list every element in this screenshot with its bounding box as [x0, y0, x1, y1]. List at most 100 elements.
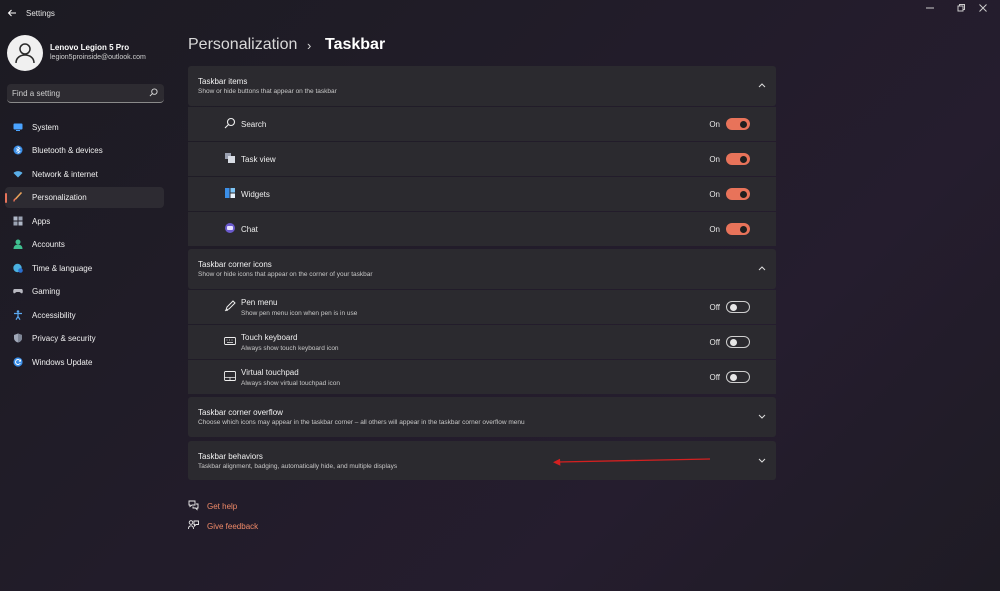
user-name: Lenovo Legion 5 Pro	[50, 43, 130, 52]
toggle-knob	[740, 190, 747, 198]
nav-item-personalization[interactable]: Personalization	[5, 187, 164, 208]
avatar[interactable]	[7, 35, 43, 71]
toggle-knob	[740, 155, 747, 163]
setting-row-pen-menu: Pen menu Show pen menu icon when pen is …	[188, 290, 776, 324]
nav-label: Apps	[32, 217, 51, 226]
nav-item-system[interactable]: System	[5, 117, 164, 138]
person-icon	[15, 43, 35, 64]
toggle-knob	[730, 303, 737, 311]
setting-label: Touch keyboard	[241, 333, 298, 342]
setting-row-virtual-touchpad: Virtual touchpad Always show virtual tou…	[188, 360, 776, 394]
help-icon	[188, 500, 199, 511]
nav-label: System	[32, 123, 59, 132]
nav-label: Personalization	[32, 193, 87, 202]
pen-menu-toggle[interactable]	[726, 301, 750, 313]
wifi-icon	[13, 171, 23, 178]
setting-description: Show pen menu icon when pen is in use	[241, 310, 358, 317]
keyboard-icon	[224, 337, 236, 345]
toggle-knob	[740, 225, 747, 233]
get-help-link[interactable]: Get help	[207, 502, 237, 511]
setting-row-chat: Chat On	[188, 212, 776, 246]
chevron-down-icon[interactable]	[758, 458, 766, 464]
search-icon[interactable]	[149, 88, 158, 97]
chevron-up-icon[interactable]	[758, 265, 766, 271]
taskbar-corner-icons-header[interactable]: Taskbar corner icons Show or hide icons …	[188, 249, 776, 289]
person-icon	[13, 239, 23, 249]
globe-clock-icon	[13, 263, 23, 273]
taskbar-corner-overflow-header[interactable]: Taskbar corner overflow Choose which ico…	[188, 397, 776, 437]
chevron-down-icon[interactable]	[758, 414, 766, 420]
nav-item-windows-update[interactable]: Windows Update	[5, 352, 164, 373]
pen-icon	[224, 300, 236, 312]
refresh-icon	[13, 357, 23, 367]
nav-item-bluetooth-devices[interactable]: Bluetooth & devices	[5, 140, 164, 161]
setting-label: Widgets	[241, 190, 270, 199]
nav-label: Gaming	[32, 287, 61, 296]
widgets-toggle[interactable]	[726, 188, 750, 200]
setting-label: Virtual touchpad	[241, 368, 299, 377]
setting-label: Chat	[241, 225, 258, 234]
nav-item-gaming[interactable]: Gaming	[5, 281, 164, 302]
setting-description: Always show touch keyboard icon	[241, 345, 339, 352]
setting-label: Search	[241, 120, 267, 129]
shield-icon	[14, 333, 22, 343]
section-description: Show or hide icons that appear on the co…	[198, 271, 373, 278]
toggle-state-label: On	[709, 225, 720, 234]
chevron-right-icon: ›	[307, 38, 312, 53]
section-description: Show or hide buttons that appear on the …	[198, 88, 337, 95]
section-description: Taskbar alignment, badging, automaticall…	[198, 463, 398, 470]
touch-keyboard-toggle[interactable]	[726, 336, 750, 348]
title-bar: Settings	[0, 0, 1000, 28]
close-button[interactable]	[966, 0, 1000, 20]
toggle-state-label: On	[709, 190, 720, 199]
toggle-knob	[740, 120, 747, 128]
search-input[interactable]	[12, 87, 142, 99]
toggle-knob	[730, 338, 737, 346]
search-toggle[interactable]	[726, 118, 750, 130]
nav-item-apps[interactable]: Apps	[5, 211, 164, 232]
accessibility-icon	[14, 310, 22, 320]
nav-item-accessibility[interactable]: Accessibility	[5, 305, 164, 326]
user-email: legion5proinside@outlook.com	[50, 54, 146, 61]
page-title: Taskbar	[325, 36, 386, 53]
nav-item-network-internet[interactable]: Network & internet	[5, 164, 164, 185]
setting-label: Pen menu	[241, 298, 278, 307]
search-box[interactable]	[7, 84, 164, 103]
nav-item-time-language[interactable]: Time & language	[5, 258, 164, 279]
taskbar-items-header[interactable]: Taskbar items Show or hide buttons that …	[188, 66, 776, 106]
setting-row-touch-keyboard: Touch keyboard Always show touch keyboar…	[188, 325, 776, 359]
toggle-state-label: Off	[709, 373, 720, 382]
nav-label: Time & language	[32, 264, 93, 273]
search-icon	[224, 117, 236, 129]
monitor-icon	[13, 123, 23, 131]
nav-item-privacy-security[interactable]: Privacy & security	[5, 328, 164, 349]
nav-label: Accounts	[32, 240, 65, 249]
nav-label: Windows Update	[32, 358, 93, 367]
widgets-icon	[225, 188, 235, 198]
task-view-toggle[interactable]	[726, 153, 750, 165]
apps-icon	[13, 216, 23, 226]
setting-row-widgets: Widgets On	[188, 177, 776, 211]
nav-item-accounts[interactable]: Accounts	[5, 234, 164, 255]
virtual-touchpad-toggle[interactable]	[726, 371, 750, 383]
nav-label: Accessibility	[32, 311, 76, 320]
annotation-arrow	[553, 458, 711, 466]
section-title: Taskbar corner icons	[198, 260, 272, 269]
chat-icon	[225, 223, 235, 233]
nav-label: Privacy & security	[32, 334, 96, 343]
back-arrow-icon[interactable]	[4, 6, 20, 22]
section-description: Choose which icons may appear in the tas…	[198, 419, 525, 426]
setting-row-task-view: Task view On	[188, 142, 776, 176]
feedback-icon	[188, 520, 199, 530]
setting-row-search: Search On	[188, 107, 776, 141]
give-feedback-link[interactable]: Give feedback	[207, 522, 258, 531]
toggle-state-label: Off	[709, 338, 720, 347]
chat-toggle[interactable]	[726, 223, 750, 235]
section-title: Taskbar items	[198, 77, 248, 86]
bluetooth-icon	[13, 145, 23, 155]
minimize-button[interactable]	[913, 0, 947, 20]
chevron-up-icon[interactable]	[758, 82, 766, 88]
breadcrumb-parent[interactable]: Personalization	[188, 36, 297, 54]
toggle-state-label: On	[709, 155, 720, 164]
setting-label: Task view	[241, 155, 276, 164]
